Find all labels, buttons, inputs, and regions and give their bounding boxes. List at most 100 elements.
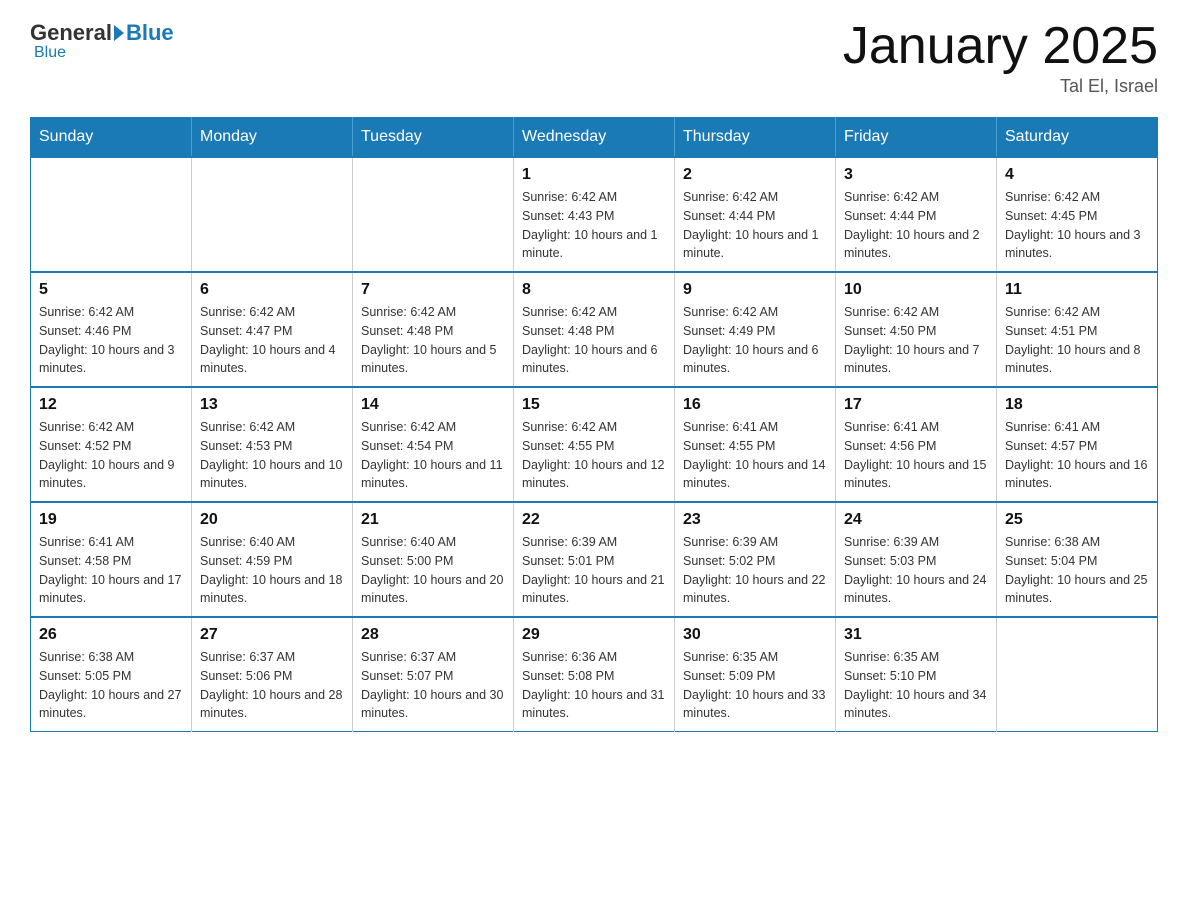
day-info: Sunrise: 6:42 AMSunset: 4:46 PMDaylight:… — [39, 303, 183, 378]
logo-arrow-icon — [114, 25, 124, 41]
day-info: Sunrise: 6:42 AMSunset: 4:50 PMDaylight:… — [844, 303, 988, 378]
day-info: Sunrise: 6:40 AMSunset: 4:59 PMDaylight:… — [200, 533, 344, 608]
page-header: General Blue Blue January 2025 Tal El, I… — [30, 20, 1158, 97]
day-info: Sunrise: 6:42 AMSunset: 4:48 PMDaylight:… — [361, 303, 505, 378]
calendar-cell: 23Sunrise: 6:39 AMSunset: 5:02 PMDayligh… — [675, 502, 836, 617]
day-number: 28 — [361, 626, 505, 644]
day-number: 25 — [1005, 511, 1149, 529]
calendar-cell — [31, 157, 192, 272]
day-number: 11 — [1005, 281, 1149, 299]
day-number: 12 — [39, 396, 183, 414]
calendar-cell: 12 Sunrise: 6:42 AMSunset: 4:52 PMDayligh… — [31, 387, 192, 502]
day-number: 2 — [683, 166, 827, 184]
day-number: 31 — [844, 626, 988, 644]
day-number: 4 — [1005, 166, 1149, 184]
calendar-cell: 22 Sunrise: 6:39 AMSunset: 5:01 PMDayligh… — [514, 502, 675, 617]
month-title: January 2025 — [843, 20, 1158, 72]
calendar-cell: 14 Sunrise: 6:42 AMSunset: 4:54 PMDayligh… — [353, 387, 514, 502]
day-info: Sunrise: 6:42 AMSunset: 4:45 PMDaylight:… — [1005, 188, 1149, 263]
calendar-cell: 30Sunrise: 6:35 AMSunset: 5:09 PMDayligh… — [675, 617, 836, 732]
calendar-cell: 11 Sunrise: 6:42 AMSunset: 4:51 PMDayligh… — [997, 272, 1158, 387]
calendar-cell: 31 Sunrise: 6:35 AMSunset: 5:10 PMDayligh… — [836, 617, 997, 732]
calendar-week-row: 12 Sunrise: 6:42 AMSunset: 4:52 PMDayligh… — [31, 387, 1158, 502]
calendar-cell: 6Sunrise: 6:42 AMSunset: 4:47 PMDaylight… — [192, 272, 353, 387]
day-info: Sunrise: 6:42 AMSunset: 4:52 PMDaylight:… — [39, 418, 183, 493]
calendar-week-row: 26Sunrise: 6:38 AMSunset: 5:05 PMDayligh… — [31, 617, 1158, 732]
day-number: 27 — [200, 626, 344, 644]
day-info: Sunrise: 6:42 AMSunset: 4:54 PMDaylight:… — [361, 418, 505, 493]
day-of-week-header: Tuesday — [353, 118, 514, 158]
day-of-week-header: Sunday — [31, 118, 192, 158]
calendar-cell: 18 Sunrise: 6:41 AMSunset: 4:57 PMDayligh… — [997, 387, 1158, 502]
title-area: January 2025 Tal El, Israel — [843, 20, 1158, 97]
day-number: 23 — [683, 511, 827, 529]
calendar-cell: 27Sunrise: 6:37 AMSunset: 5:06 PMDayligh… — [192, 617, 353, 732]
day-of-week-header: Friday — [836, 118, 997, 158]
day-number: 14 — [361, 396, 505, 414]
day-info: Sunrise: 6:38 AMSunset: 5:04 PMDaylight:… — [1005, 533, 1149, 608]
calendar-week-row: 1 Sunrise: 6:42 AMSunset: 4:43 PMDaylight… — [31, 157, 1158, 272]
calendar-cell — [192, 157, 353, 272]
calendar-cell — [353, 157, 514, 272]
calendar-cell: 16Sunrise: 6:41 AMSunset: 4:55 PMDayligh… — [675, 387, 836, 502]
calendar-cell: 9 Sunrise: 6:42 AMSunset: 4:49 PMDaylight… — [675, 272, 836, 387]
day-number: 9 — [683, 281, 827, 299]
day-number: 13 — [200, 396, 344, 414]
day-of-week-header: Saturday — [997, 118, 1158, 158]
day-info: Sunrise: 6:41 AMSunset: 4:55 PMDaylight:… — [683, 418, 827, 493]
day-number: 10 — [844, 281, 988, 299]
logo-subtitle: Blue — [34, 44, 66, 62]
day-info: Sunrise: 6:35 AMSunset: 5:10 PMDaylight:… — [844, 648, 988, 723]
day-number: 7 — [361, 281, 505, 299]
day-info: Sunrise: 6:41 AMSunset: 4:56 PMDaylight:… — [844, 418, 988, 493]
day-info: Sunrise: 6:42 AMSunset: 4:49 PMDaylight:… — [683, 303, 827, 378]
day-of-week-header: Monday — [192, 118, 353, 158]
day-number: 18 — [1005, 396, 1149, 414]
day-number: 3 — [844, 166, 988, 184]
day-of-week-header: Wednesday — [514, 118, 675, 158]
day-info: Sunrise: 6:42 AMSunset: 4:47 PMDaylight:… — [200, 303, 344, 378]
calendar-cell: 21Sunrise: 6:40 AMSunset: 5:00 PMDayligh… — [353, 502, 514, 617]
day-info: Sunrise: 6:39 AMSunset: 5:01 PMDaylight:… — [522, 533, 666, 608]
logo-blue-text: Blue — [126, 22, 174, 44]
day-info: Sunrise: 6:42 AMSunset: 4:44 PMDaylight:… — [683, 188, 827, 263]
day-number: 19 — [39, 511, 183, 529]
calendar-table: SundayMondayTuesdayWednesdayThursdayFrid… — [30, 117, 1158, 732]
calendar-cell: 3Sunrise: 6:42 AMSunset: 4:44 PMDaylight… — [836, 157, 997, 272]
day-number: 15 — [522, 396, 666, 414]
calendar-cell: 15 Sunrise: 6:42 AMSunset: 4:55 PMDayligh… — [514, 387, 675, 502]
calendar-cell: 7 Sunrise: 6:42 AMSunset: 4:48 PMDaylight… — [353, 272, 514, 387]
calendar-cell — [997, 617, 1158, 732]
day-number: 30 — [683, 626, 827, 644]
day-info: Sunrise: 6:41 AMSunset: 4:57 PMDaylight:… — [1005, 418, 1149, 493]
day-number: 20 — [200, 511, 344, 529]
calendar-cell: 25 Sunrise: 6:38 AMSunset: 5:04 PMDayligh… — [997, 502, 1158, 617]
day-info: Sunrise: 6:38 AMSunset: 5:05 PMDaylight:… — [39, 648, 183, 723]
day-info: Sunrise: 6:37 AMSunset: 5:07 PMDaylight:… — [361, 648, 505, 723]
day-number: 1 — [522, 166, 666, 184]
calendar-cell: 10 Sunrise: 6:42 AMSunset: 4:50 PMDayligh… — [836, 272, 997, 387]
logo: General Blue Blue — [30, 20, 174, 62]
calendar-cell: 19 Sunrise: 6:41 AMSunset: 4:58 PMDayligh… — [31, 502, 192, 617]
day-number: 8 — [522, 281, 666, 299]
day-number: 29 — [522, 626, 666, 644]
calendar-cell: 28 Sunrise: 6:37 AMSunset: 5:07 PMDayligh… — [353, 617, 514, 732]
day-info: Sunrise: 6:42 AMSunset: 4:51 PMDaylight:… — [1005, 303, 1149, 378]
day-number: 22 — [522, 511, 666, 529]
calendar-cell: 1 Sunrise: 6:42 AMSunset: 4:43 PMDaylight… — [514, 157, 675, 272]
calendar-cell: 2 Sunrise: 6:42 AMSunset: 4:44 PMDaylight… — [675, 157, 836, 272]
day-info: Sunrise: 6:42 AMSunset: 4:55 PMDaylight:… — [522, 418, 666, 493]
day-info: Sunrise: 6:42 AMSunset: 4:48 PMDaylight:… — [522, 303, 666, 378]
logo-general-text: General — [30, 20, 112, 46]
day-number: 17 — [844, 396, 988, 414]
calendar-cell: 29 Sunrise: 6:36 AMSunset: 5:08 PMDayligh… — [514, 617, 675, 732]
location-label: Tal El, Israel — [843, 76, 1158, 97]
calendar-cell: 24Sunrise: 6:39 AMSunset: 5:03 PMDayligh… — [836, 502, 997, 617]
day-info: Sunrise: 6:36 AMSunset: 5:08 PMDaylight:… — [522, 648, 666, 723]
calendar-week-row: 5 Sunrise: 6:42 AMSunset: 4:46 PMDaylight… — [31, 272, 1158, 387]
day-number: 5 — [39, 281, 183, 299]
calendar-week-row: 19 Sunrise: 6:41 AMSunset: 4:58 PMDayligh… — [31, 502, 1158, 617]
day-info: Sunrise: 6:42 AMSunset: 4:43 PMDaylight:… — [522, 188, 666, 263]
day-number: 24 — [844, 511, 988, 529]
day-info: Sunrise: 6:41 AMSunset: 4:58 PMDaylight:… — [39, 533, 183, 608]
